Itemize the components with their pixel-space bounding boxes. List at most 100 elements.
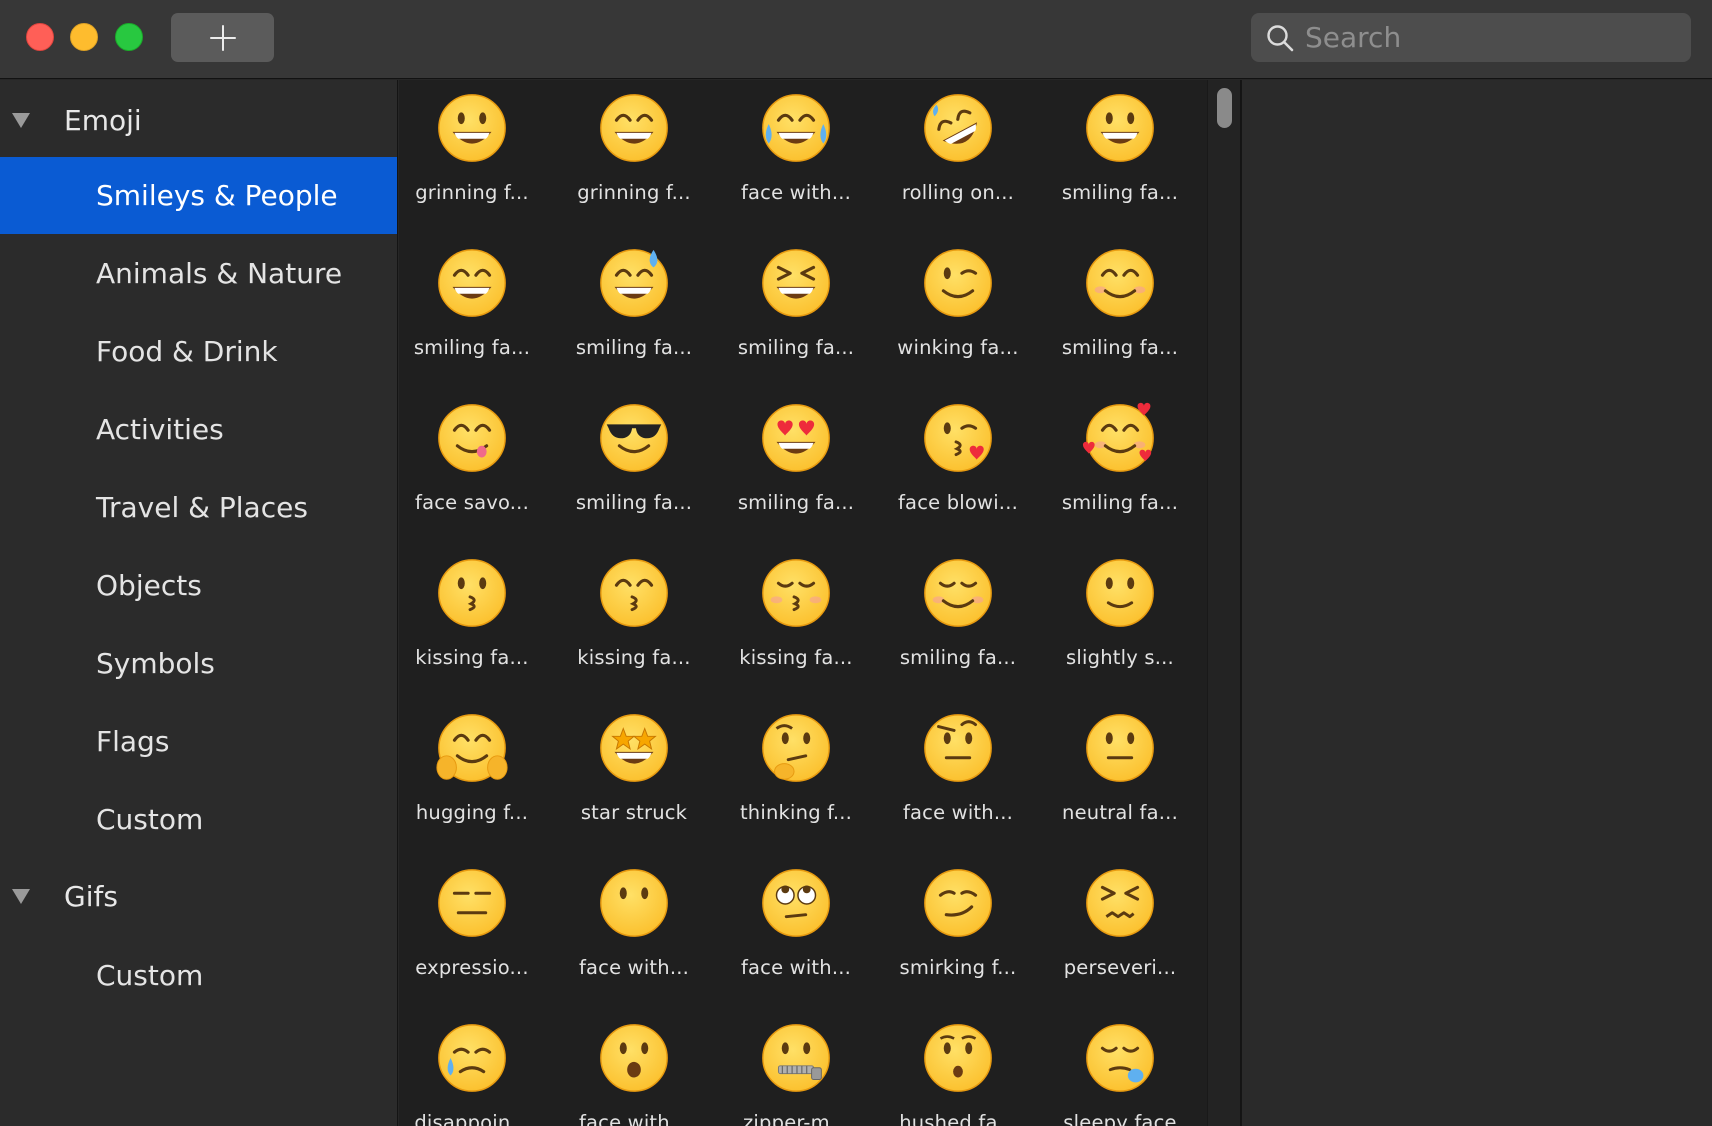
emoji-cell[interactable]: face with... — [553, 1015, 715, 1126]
emoji-cell[interactable]: face blowi... — [877, 395, 1039, 550]
emoji-cell[interactable]: face with... — [877, 705, 1039, 860]
smiling-face-with-sunglasses-icon — [595, 399, 673, 477]
emoji-cell[interactable]: face with... — [715, 85, 877, 240]
emoji-name: grinning f... — [415, 181, 529, 204]
face-savoring-food-icon — [433, 399, 511, 477]
search-box[interactable] — [1251, 13, 1691, 62]
sidebar-item-smileys-people[interactable]: Smileys & People — [0, 157, 397, 234]
emoji-cell[interactable]: smiling fa... — [715, 240, 877, 395]
preview-pane — [1241, 80, 1712, 1126]
emoji-cell[interactable]: expressio... — [399, 860, 553, 1015]
sidebar-group-emoji[interactable]: Emoji — [0, 88, 398, 152]
sidebar-item-travel-places[interactable]: Travel & Places — [0, 469, 397, 546]
emoji-cell[interactable]: smiling fa... — [1039, 395, 1201, 550]
emoji-cell[interactable]: hugging f... — [399, 705, 553, 860]
emoji-name: face with... — [902, 801, 1014, 824]
sidebar-item-gifs-custom[interactable]: Custom — [0, 937, 397, 1014]
sidebar-group-gifs[interactable]: Gifs — [0, 864, 398, 928]
emoji-name: winking fa... — [897, 336, 1019, 359]
disclosure-triangle-icon[interactable] — [12, 888, 30, 904]
emoji-cell[interactable]: face with... — [715, 860, 877, 1015]
sidebar-item-food-drink[interactable]: Food & Drink — [0, 313, 397, 390]
sidebar-item-emoji-custom[interactable]: Custom — [0, 781, 397, 858]
emoji-cell[interactable]: kissing fa... — [399, 550, 553, 705]
emoji-name: disappoin... — [414, 1111, 530, 1126]
persevering-face-icon — [1081, 864, 1159, 942]
sleepy-face-icon — [1081, 1019, 1159, 1097]
emoji-name: face savo... — [415, 491, 529, 514]
sidebar-item-objects[interactable]: Objects — [0, 547, 397, 624]
minimize-window-button[interactable] — [70, 23, 98, 51]
emoji-cell[interactable]: thinking f... — [715, 705, 877, 860]
emoji-cell[interactable]: smiling fa... — [553, 395, 715, 550]
emoji-name: smiling fa... — [737, 336, 855, 359]
smiling-face-with-smiling-eyes-icon — [1081, 244, 1159, 322]
emoji-name: slightly s... — [1066, 646, 1174, 669]
emoji-cell[interactable]: grinning f... — [399, 85, 553, 240]
emoji-name: smiling fa... — [1061, 336, 1179, 359]
hushed-face-icon — [919, 1019, 997, 1097]
scrollbar-thumb[interactable] — [1217, 88, 1232, 128]
search-icon — [1267, 24, 1294, 51]
emoji-name: grinning f... — [577, 181, 691, 204]
emoji-cell[interactable]: rolling on... — [877, 85, 1039, 240]
search-input[interactable] — [1305, 17, 1685, 58]
sidebar-item-label: Custom — [96, 803, 204, 836]
smiling-face-with-sweat-icon — [595, 244, 673, 322]
emoji-cell[interactable]: smiling fa... — [715, 395, 877, 550]
sidebar-item-flags[interactable]: Flags — [0, 703, 397, 780]
emoji-cell[interactable]: kissing fa... — [553, 550, 715, 705]
zipper-mouth-face-icon — [757, 1019, 835, 1097]
emoji-name: face with... — [740, 956, 852, 979]
grinning-face-with-smiling-eyes-icon — [595, 89, 673, 167]
emoji-name: face with... — [578, 1111, 690, 1126]
close-window-button[interactable] — [26, 23, 54, 51]
face-with-rolling-eyes-icon — [757, 864, 835, 942]
emoji-cell[interactable]: star struck — [553, 705, 715, 860]
zoom-window-button[interactable] — [115, 23, 143, 51]
sidebar-item-activities[interactable]: Activities — [0, 391, 397, 468]
emoji-cell[interactable]: face savo... — [399, 395, 553, 550]
emoji-cell[interactable]: smiling fa... — [1039, 85, 1201, 240]
emoji-cell[interactable]: smirking f... — [877, 860, 1039, 1015]
sidebar-item-label: Flags — [96, 725, 170, 758]
winking-face-icon — [919, 244, 997, 322]
emoji-cell[interactable]: zipper-m... — [715, 1015, 877, 1126]
kissing-face-with-smiling-eyes-icon — [595, 554, 673, 632]
emoji-cell[interactable]: sleepy face — [1039, 1015, 1201, 1126]
emoji-name: neutral fa... — [1062, 801, 1178, 824]
add-button[interactable] — [171, 13, 274, 62]
emoji-cell[interactable]: face with... — [553, 860, 715, 1015]
sidebar-item-label: Symbols — [96, 647, 215, 680]
sidebar-item-animals-nature[interactable]: Animals & Nature — [0, 235, 397, 312]
slightly-smiling-face-icon — [1081, 554, 1159, 632]
sidebar-item-symbols[interactable]: Symbols — [0, 625, 397, 702]
kissing-face-icon — [433, 554, 511, 632]
emoji-cell[interactable]: perseveri... — [1039, 860, 1201, 1015]
emoji-cell[interactable]: smiling fa... — [1039, 240, 1201, 395]
emoji-cell[interactable]: slightly s... — [1039, 550, 1201, 705]
grid-scrollbar[interactable] — [1207, 80, 1241, 1126]
expressionless-face-icon — [433, 864, 511, 942]
emoji-name: smiling fa... — [1061, 181, 1179, 204]
emoji-name: expressio... — [415, 956, 529, 979]
emoji-cell[interactable]: smiling fa... — [553, 240, 715, 395]
sidebar-item-label: Custom — [96, 959, 204, 992]
emoji-cell[interactable]: disappoin... — [399, 1015, 553, 1126]
kissing-face-with-closed-eyes-icon — [757, 554, 835, 632]
face-with-open-mouth-icon — [595, 1019, 673, 1097]
disclosure-triangle-icon[interactable] — [12, 112, 30, 128]
emoji-cell[interactable]: kissing fa... — [715, 550, 877, 705]
emoji-name: face blowi... — [897, 491, 1019, 514]
star-struck-icon — [595, 709, 673, 787]
emoji-cell[interactable]: smiling fa... — [877, 550, 1039, 705]
emoji-name: smirking f... — [899, 956, 1017, 979]
emoji-cell[interactable]: smiling fa... — [399, 240, 553, 395]
emoji-cell[interactable]: grinning f... — [553, 85, 715, 240]
emoji-cell[interactable]: winking fa... — [877, 240, 1039, 395]
emoji-cell[interactable]: neutral fa... — [1039, 705, 1201, 860]
sidebar-item-label: Animals & Nature — [96, 257, 343, 290]
emoji-name: hushed fa... — [899, 1111, 1017, 1126]
emoji-cell[interactable]: hushed fa... — [877, 1015, 1039, 1126]
neutral-face-icon — [1081, 709, 1159, 787]
